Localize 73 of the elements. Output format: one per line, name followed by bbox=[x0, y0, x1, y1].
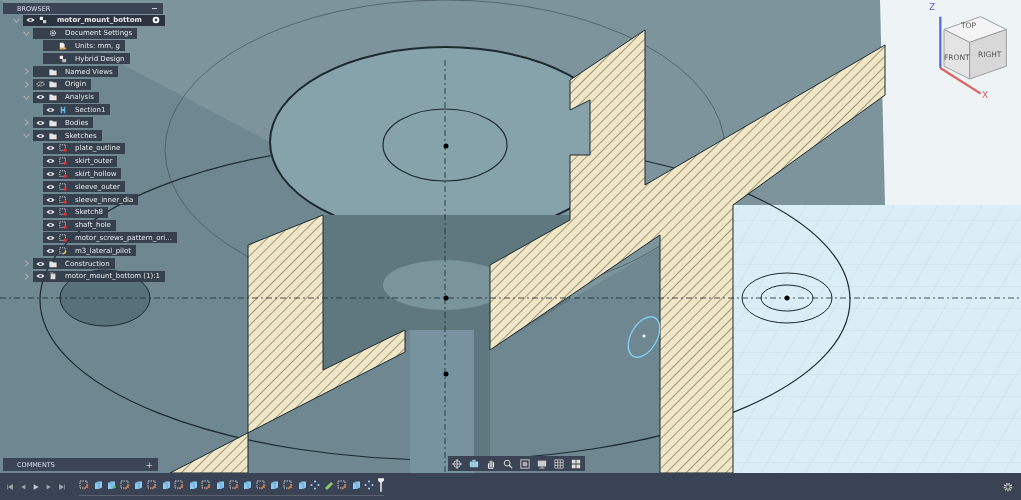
timeline-marker-icon[interactable] bbox=[378, 477, 385, 493]
sketch-icon bbox=[59, 221, 67, 230]
add-comment-button[interactable]: + bbox=[145, 459, 153, 470]
sketch-feature-icon[interactable] bbox=[228, 480, 239, 490]
eye-icon[interactable] bbox=[36, 260, 45, 267]
extrude-feature-icon[interactable] bbox=[214, 480, 225, 490]
extrude-feature-icon[interactable] bbox=[160, 480, 171, 490]
settings-icon[interactable] bbox=[1003, 481, 1013, 492]
sketch-icon bbox=[59, 144, 67, 153]
eye-icon[interactable] bbox=[36, 94, 45, 101]
sketch-feature-icon[interactable] bbox=[79, 480, 89, 490]
eye-icon[interactable] bbox=[46, 196, 55, 203]
sketch-feature-icon[interactable] bbox=[337, 480, 348, 490]
sketch-feature-icon[interactable] bbox=[119, 480, 130, 490]
eye-icon[interactable] bbox=[46, 234, 55, 241]
sketch-icon bbox=[59, 195, 67, 204]
pattern-feature-icon[interactable] bbox=[364, 480, 375, 490]
component-icon bbox=[39, 16, 47, 25]
extrude-feature-icon[interactable] bbox=[106, 480, 117, 490]
axis-label: Z bbox=[929, 2, 936, 12]
sketch-icon bbox=[59, 246, 67, 255]
zoom-icon[interactable] bbox=[503, 458, 513, 469]
eye-icon[interactable] bbox=[46, 106, 55, 113]
eye-icon[interactable] bbox=[36, 119, 45, 126]
eye-icon[interactable] bbox=[36, 273, 45, 280]
gear-icon bbox=[49, 29, 57, 38]
eye-icon[interactable] bbox=[46, 222, 55, 229]
component-icon bbox=[49, 272, 57, 281]
eye-icon[interactable] bbox=[46, 247, 55, 254]
sketch-icon bbox=[59, 233, 67, 242]
active-component-icon[interactable] bbox=[151, 16, 160, 25]
eye-icon[interactable] bbox=[46, 183, 55, 190]
eye-icon[interactable] bbox=[36, 132, 45, 139]
section-icon bbox=[59, 105, 67, 114]
extrude-feature-icon[interactable] bbox=[242, 480, 253, 490]
extrude-feature-icon[interactable] bbox=[187, 480, 198, 490]
eye-icon[interactable] bbox=[46, 209, 55, 216]
play-icon[interactable] bbox=[32, 482, 40, 491]
eye-icon[interactable] bbox=[46, 158, 55, 165]
sketch-feature-icon[interactable] bbox=[146, 480, 157, 490]
go-to-start-icon[interactable] bbox=[6, 482, 14, 491]
sketch-icon bbox=[59, 208, 67, 217]
section-analysis-icon[interactable] bbox=[323, 480, 334, 490]
look-at-icon[interactable] bbox=[469, 458, 479, 469]
step-back-icon[interactable] bbox=[19, 482, 27, 491]
step-forward-icon[interactable] bbox=[45, 482, 53, 491]
eye-icon[interactable] bbox=[46, 170, 55, 177]
extrude-feature-icon[interactable] bbox=[350, 480, 361, 490]
sketch-icon bbox=[59, 169, 67, 178]
extrude-feature-icon[interactable] bbox=[269, 480, 280, 490]
extrude-feature-icon[interactable] bbox=[296, 480, 307, 490]
monitor-icon[interactable] bbox=[537, 458, 547, 469]
extrude-feature-icon[interactable] bbox=[92, 480, 103, 490]
extrude-feature-icon[interactable] bbox=[133, 480, 144, 490]
sketch-feature-icon[interactable] bbox=[282, 480, 293, 490]
component-icon bbox=[59, 54, 67, 63]
eye-icon[interactable] bbox=[26, 17, 35, 24]
sketch-feature-icon[interactable] bbox=[174, 480, 185, 490]
sketch-icon bbox=[59, 157, 67, 166]
go-to-end-icon[interactable] bbox=[58, 482, 66, 491]
hidden-eye-icon[interactable] bbox=[36, 81, 45, 88]
folder-icon bbox=[49, 259, 57, 268]
pattern-feature-icon[interactable] bbox=[310, 480, 321, 490]
ruler-icon bbox=[59, 42, 67, 50]
eye-icon[interactable] bbox=[46, 145, 55, 152]
viewports-icon[interactable] bbox=[571, 458, 581, 469]
grid-icon[interactable] bbox=[554, 458, 564, 469]
pan-icon[interactable] bbox=[486, 458, 496, 469]
sketch-icon bbox=[59, 182, 67, 191]
orbit-icon[interactable] bbox=[452, 458, 462, 469]
axis-label: X bbox=[982, 90, 989, 100]
sketch-feature-icon[interactable] bbox=[201, 480, 212, 490]
sketch-feature-icon[interactable] bbox=[255, 480, 266, 490]
